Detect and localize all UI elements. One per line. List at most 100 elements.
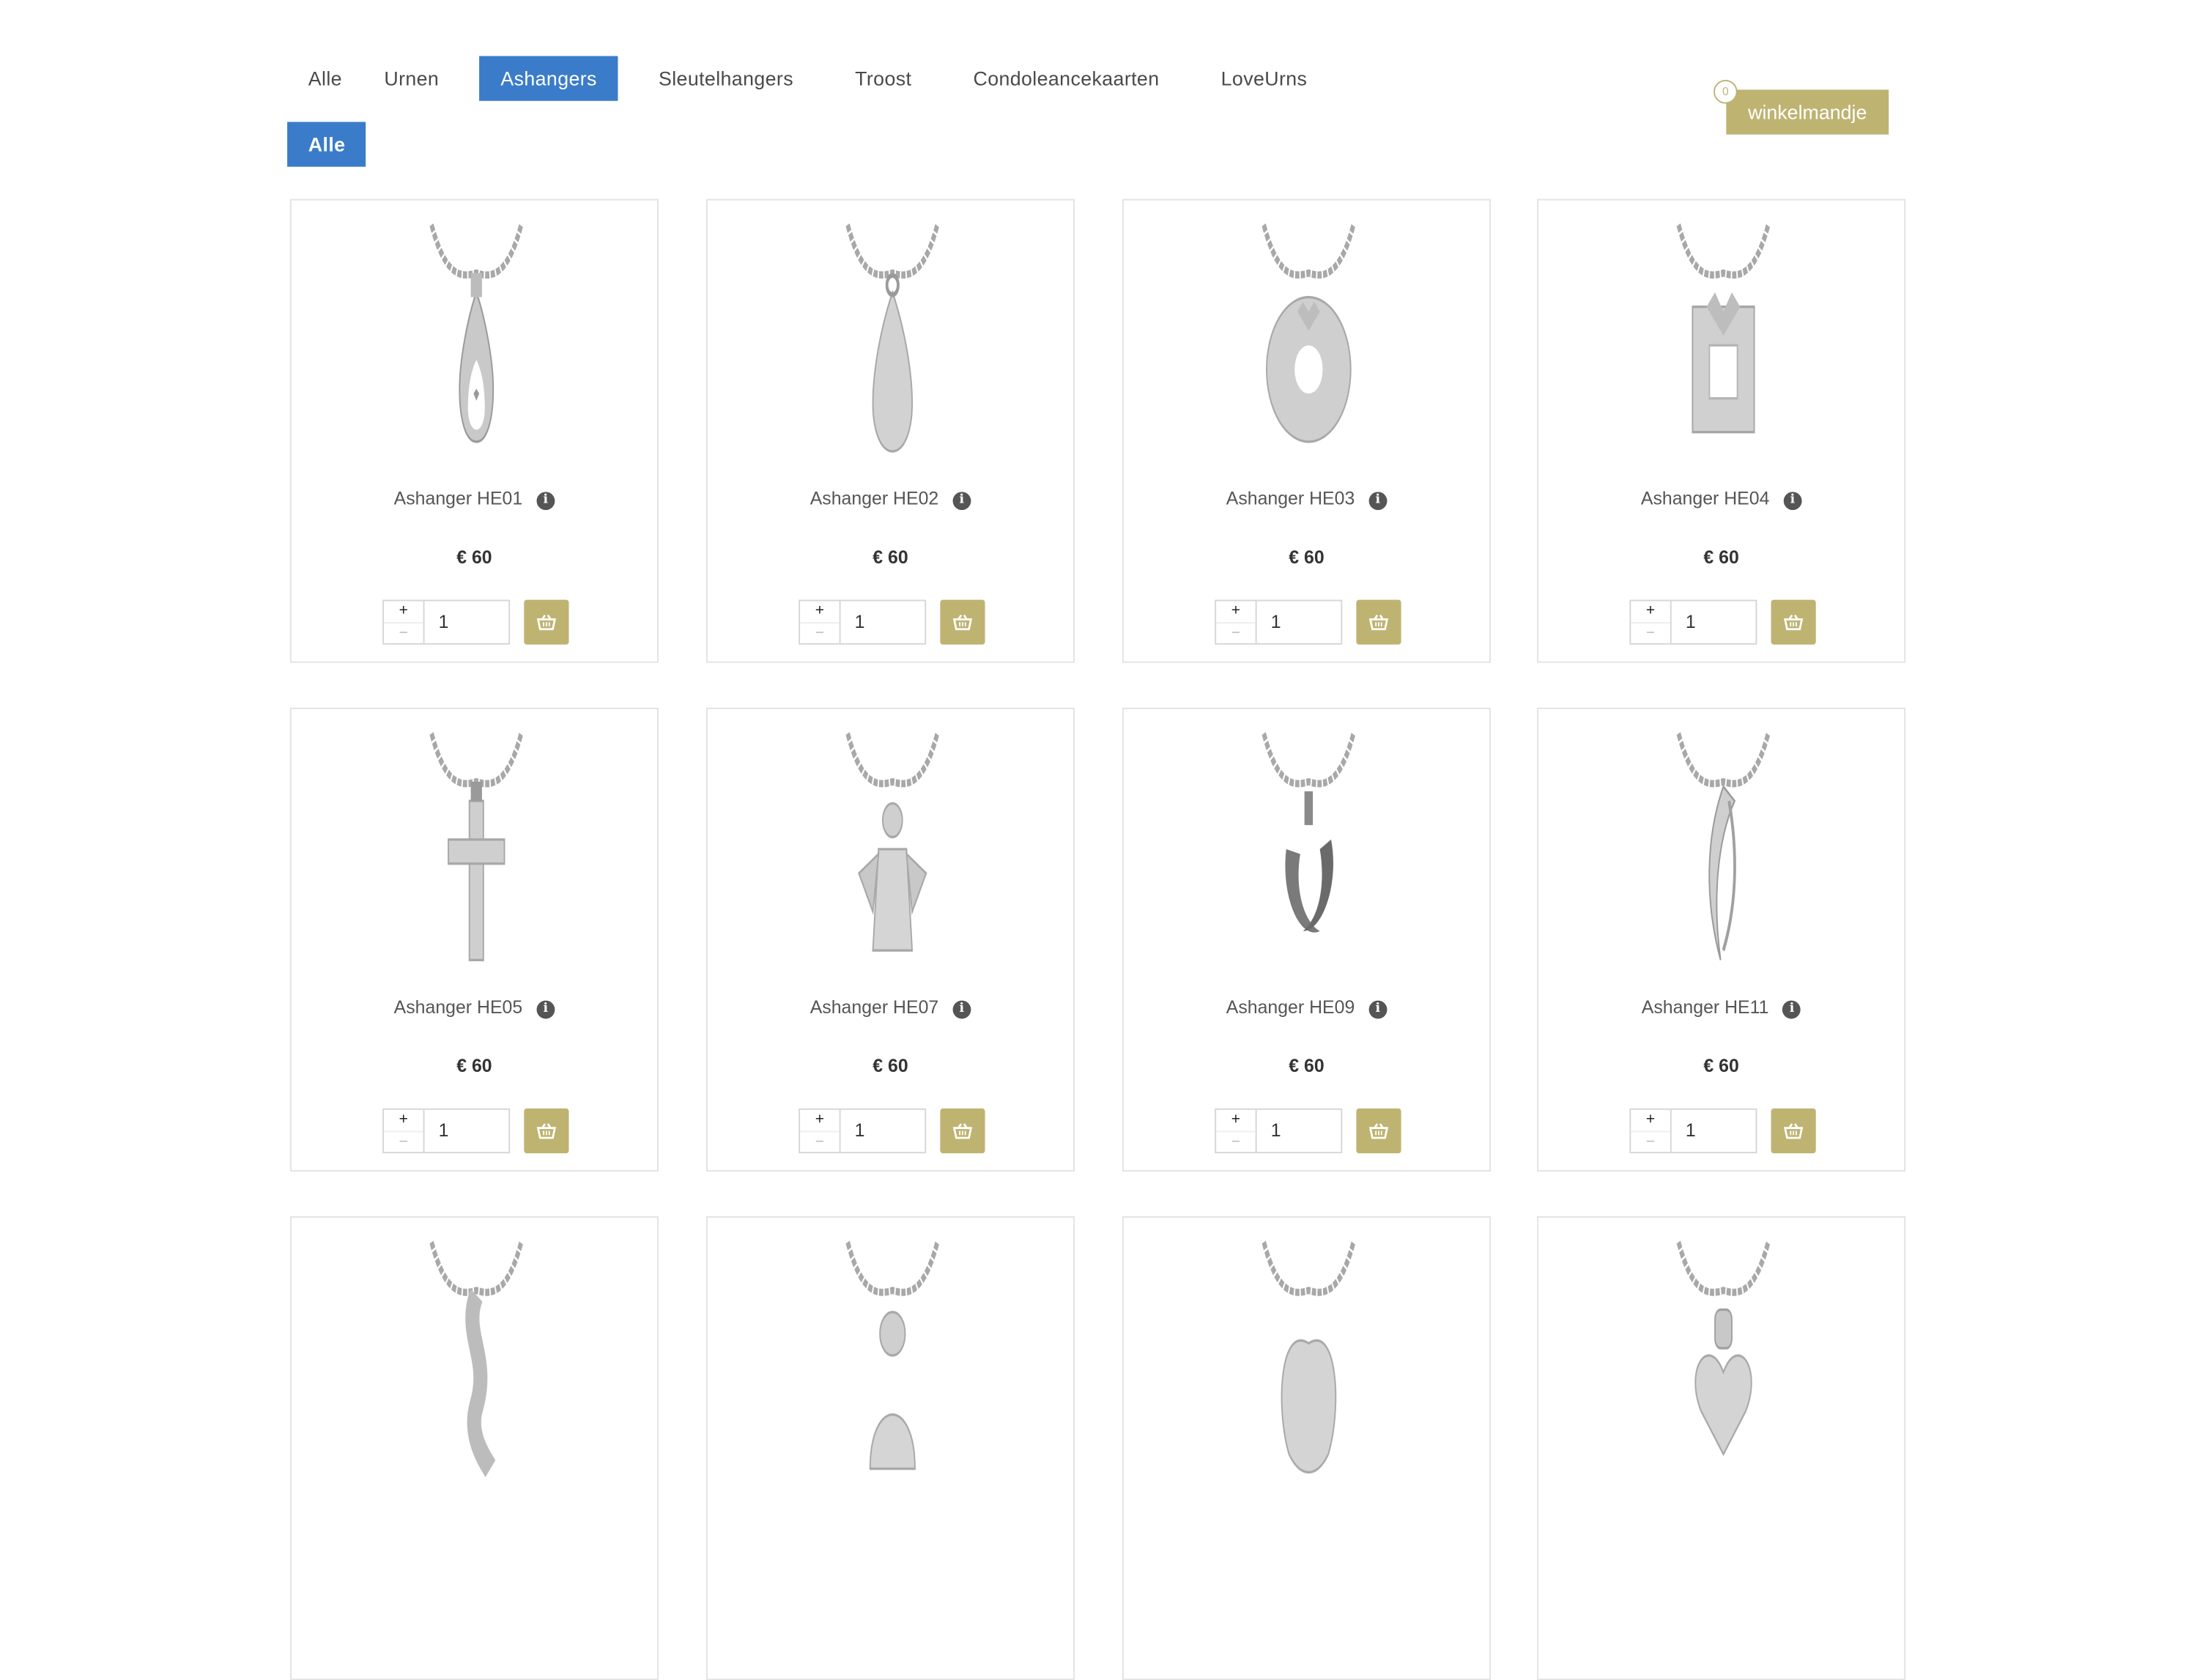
quantity-input[interactable]: 1 [425,1110,509,1152]
info-icon[interactable]: i [952,492,971,511]
info-icon[interactable]: i [1782,1000,1801,1019]
info-icon[interactable]: i [1783,492,1802,511]
increment-button[interactable]: + [384,602,423,623]
cart-count-badge: 0 [1713,80,1738,104]
increment-button[interactable]: + [800,1110,840,1131]
decrement-button[interactable]: − [1216,1131,1256,1153]
quantity-input[interactable]: 1 [841,1110,925,1152]
tab-ashangers[interactable]: Ashangers [479,56,618,101]
info-icon[interactable]: i [952,1000,971,1019]
product-title[interactable]: Ashanger HE02 [810,488,939,509]
quantity-stepper[interactable]: + −1 [799,1108,927,1154]
tab-loveurns[interactable]: LoveUrns [1200,56,1328,101]
product-image[interactable] [407,220,547,461]
add-to-cart-button[interactable] [1356,599,1401,645]
product-name[interactable]: Ashanger HE03 i [1124,488,1489,511]
product-card[interactable]: Ashanger HE09 i € 60 + −1 [1122,707,1492,1172]
increment-button[interactable]: + [1631,602,1670,623]
product-title[interactable]: Ashanger HE11 [1642,996,1769,1018]
product-name[interactable]: Ashanger HE09 i [1124,996,1489,1019]
quantity-input[interactable]: 1 [1672,1110,1756,1152]
decrement-button[interactable]: − [1631,1131,1670,1153]
product-title[interactable]: Ashanger HE01 [394,488,523,509]
product-card[interactable]: Ashanger HE03 i € 60 + −1 [1122,199,1492,663]
product-card[interactable]: Ashanger HE07 i € 60 + −1 [705,707,1075,1172]
product-image[interactable] [823,220,963,461]
increment-button[interactable]: + [384,1110,423,1131]
product-card[interactable] [289,1216,659,1680]
increment-button[interactable]: + [1216,602,1256,623]
tab-sleutelhangers[interactable]: Sleutelhangers [637,56,814,101]
product-card[interactable]: Ashanger HE05 i € 60 + −1 [289,707,659,1172]
tab-urnen[interactable]: Urnen [363,56,460,101]
product-name[interactable]: Ashanger HE07 i [708,996,1073,1019]
info-icon[interactable]: i [1368,1000,1388,1019]
product-title[interactable]: Ashanger HE07 [810,996,939,1018]
tab-condoleancekaarten[interactable]: Condoleancekaarten [952,56,1180,101]
product-card[interactable]: Ashanger HE11 i € 60 + −1 [1537,707,1906,1172]
quantity-input[interactable]: 1 [1257,1110,1341,1152]
product-name[interactable]: Ashanger HE04 i [1538,488,1904,511]
product-card[interactable] [1537,1216,1906,1680]
quantity-stepper[interactable]: + −1 [1215,599,1343,645]
product-title[interactable]: Ashanger HE05 [394,996,523,1018]
decrement-button[interactable]: − [800,622,840,645]
product-name[interactable]: Ashanger HE01 i [292,488,657,511]
increment-button[interactable]: + [1631,1110,1670,1131]
product-card[interactable]: Ashanger HE01 i € 60 + −1 [289,199,659,663]
subtab-alle[interactable]: Alle [287,122,367,167]
product-title[interactable]: Ashanger HE03 [1226,488,1355,509]
decrement-button[interactable]: − [1216,622,1256,645]
tab-troost[interactable]: Troost [834,56,933,101]
decrement-button[interactable]: − [800,1131,840,1153]
quantity-input[interactable]: 1 [841,602,925,643]
tab-alle[interactable]: Alle [287,56,363,101]
product-image[interactable] [407,729,547,970]
product-name[interactable]: Ashanger HE11 i [1538,996,1904,1019]
info-icon[interactable]: i [536,1000,555,1019]
product-card[interactable] [705,1216,1075,1680]
quantity-input[interactable]: 1 [1672,602,1756,643]
product-title[interactable]: Ashanger HE09 [1226,996,1355,1018]
product-card[interactable] [1122,1216,1492,1680]
info-icon[interactable]: i [1368,492,1388,511]
stepper-buttons: + − [1631,601,1672,645]
quantity-stepper[interactable]: + −1 [382,599,511,645]
product-image[interactable] [823,729,963,970]
product-image[interactable] [1239,1237,1379,1479]
decrement-button[interactable]: − [384,1131,423,1153]
quantity-stepper[interactable]: + −1 [382,1108,511,1154]
product-card[interactable]: Ashanger HE04 i € 60 + −1 [1537,199,1906,663]
product-image[interactable] [1653,729,1793,970]
increment-button[interactable]: + [800,602,840,623]
add-to-cart-button[interactable] [940,1108,985,1154]
add-to-cart-button[interactable] [1771,1108,1816,1154]
increment-button[interactable]: + [1216,1110,1256,1131]
product-image[interactable] [1653,1237,1793,1479]
quantity-stepper[interactable]: + −1 [1629,1108,1757,1154]
add-to-cart-button[interactable] [940,599,985,645]
info-icon[interactable]: i [536,492,555,511]
decrement-button[interactable]: − [384,622,423,645]
quantity-stepper[interactable]: + −1 [1215,1108,1343,1154]
product-price: € 60 [1289,1055,1325,1076]
product-card[interactable]: Ashanger HE02 i € 60 + −1 [705,199,1075,663]
product-image[interactable] [1239,729,1379,970]
add-to-cart-button[interactable] [1771,599,1816,645]
decrement-button[interactable]: − [1631,622,1670,645]
product-title[interactable]: Ashanger HE04 [1641,488,1770,509]
quantity-stepper[interactable]: + −1 [799,599,927,645]
product-image[interactable] [1239,220,1379,461]
product-image[interactable] [1653,220,1793,461]
quantity-stepper[interactable]: + −1 [1629,599,1757,645]
add-to-cart-button[interactable] [1356,1108,1401,1154]
quantity-input[interactable]: 1 [1257,602,1341,643]
quantity-input[interactable]: 1 [425,602,509,643]
product-name[interactable]: Ashanger HE05 i [292,996,657,1019]
product-image[interactable] [823,1237,963,1479]
add-to-cart-button[interactable] [524,599,569,645]
add-to-cart-button[interactable] [524,1108,569,1154]
product-name[interactable]: Ashanger HE02 i [708,488,1073,511]
product-image[interactable] [407,1237,547,1479]
cart-button[interactable]: 0 winkelmandje [1713,80,1889,135]
